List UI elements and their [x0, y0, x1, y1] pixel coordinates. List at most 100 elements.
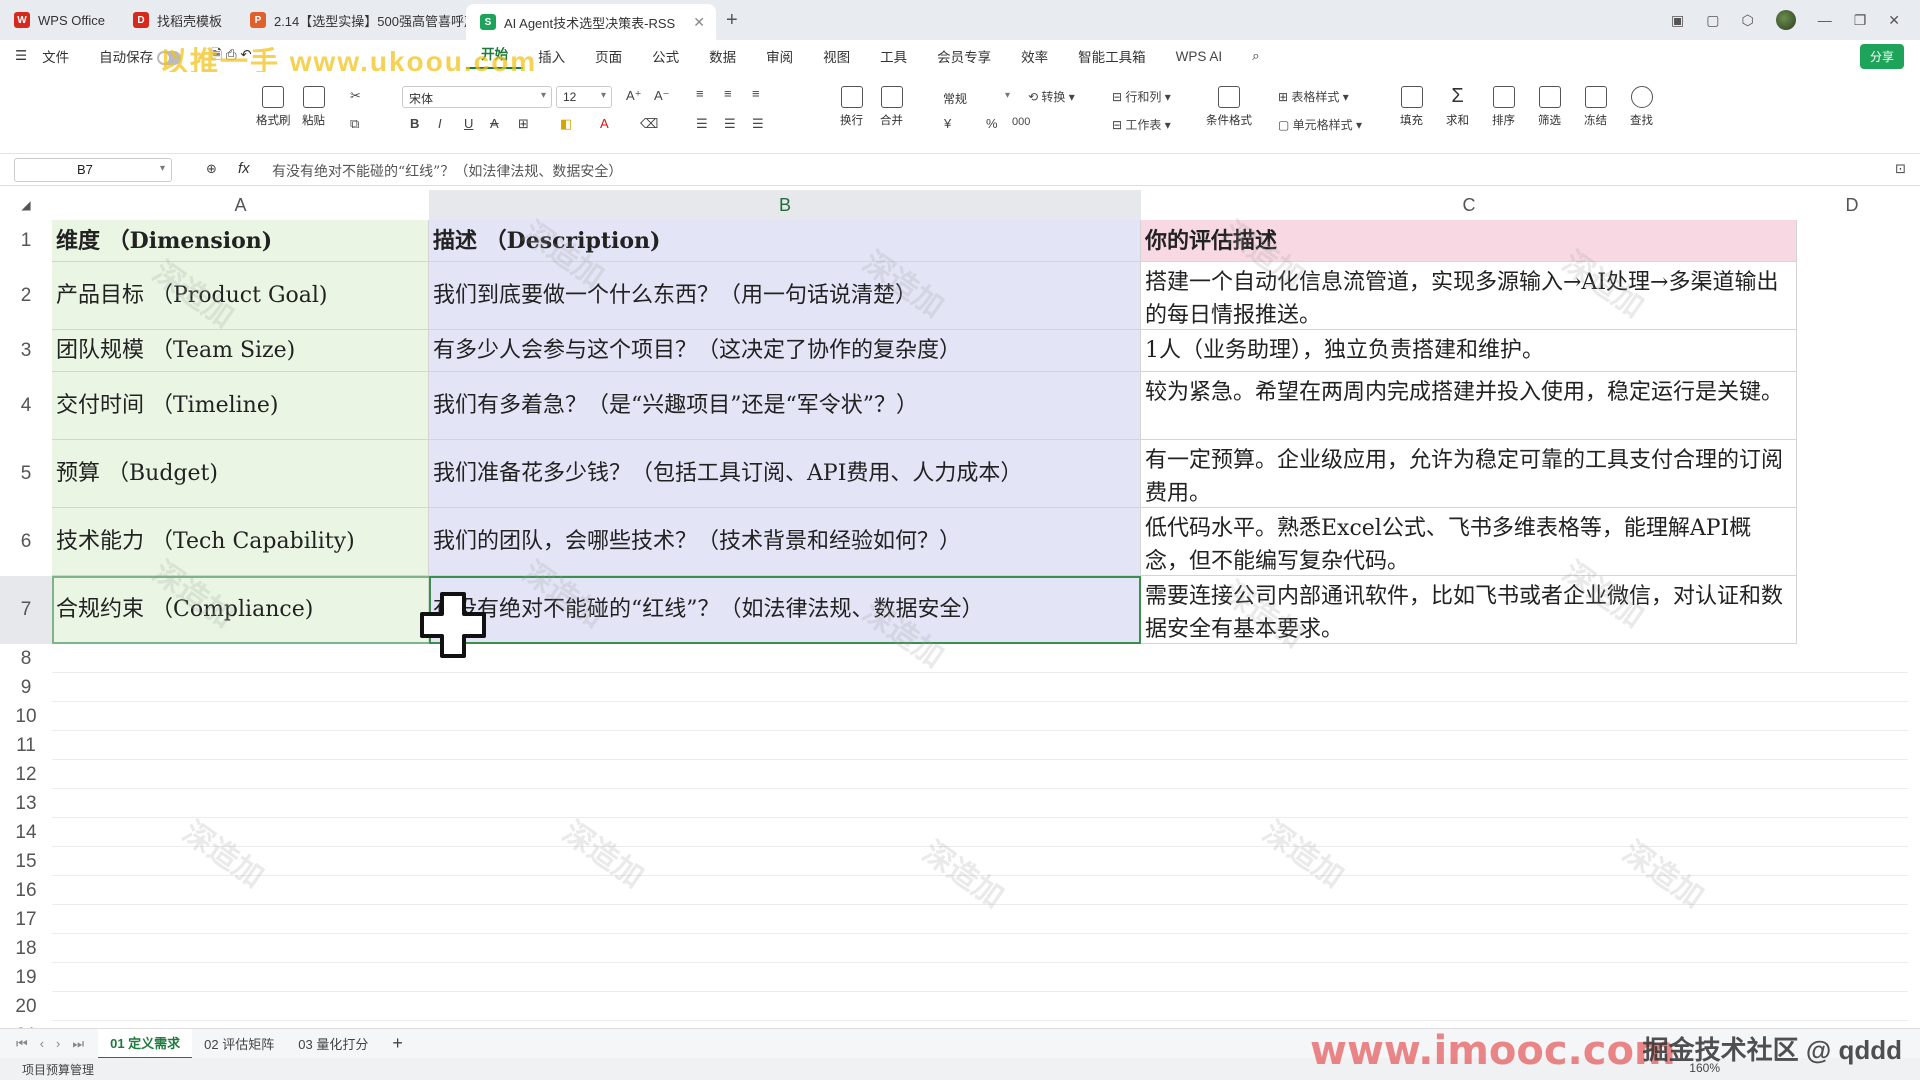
row-header[interactable]: 10 [0, 702, 52, 731]
row-header[interactable]: 12 [0, 760, 52, 789]
cell-c2[interactable]: 搭建一个自动化信息流管道，实现多源输入→AI处理→多渠道输出的每日情报推送。 [1141, 262, 1797, 330]
font-size-select[interactable]: 12 ▾ [556, 86, 612, 108]
autosave-label[interactable]: 自动保存 [84, 46, 196, 66]
name-box[interactable]: B7 ▾ [14, 158, 172, 182]
align-middle-icon[interactable]: ≡ [724, 86, 732, 101]
cell-b5[interactable]: 我们准备花多少钱？（包括工具订阅、API费用、人力成本） [429, 440, 1141, 508]
undo-icon[interactable]: ↶ [240, 47, 251, 62]
close-window-icon[interactable]: ✕ [1888, 12, 1900, 29]
autosave-toggle[interactable] [157, 51, 182, 66]
menu-file[interactable]: 文件 [42, 46, 84, 66]
bold-icon[interactable]: B [410, 116, 419, 131]
font-shrink-icon[interactable]: A⁻ [654, 88, 670, 104]
row-header[interactable]: 3 [0, 330, 52, 372]
fill-color-icon[interactable]: ◧ [560, 116, 572, 132]
cell-c5[interactable]: 有一定预算。企业级应用，允许为稳定可靠的工具支付合理的订阅费用。 [1141, 440, 1797, 508]
cell-a3[interactable]: 团队规模 （Team Size) [52, 330, 429, 372]
minimize-icon[interactable]: — [1818, 12, 1832, 28]
cell-c6[interactable]: 低代码水平。熟悉Excel公式、飞书多维表格等，能理解API概念，但不能编写复杂… [1141, 508, 1797, 576]
hamburger-icon[interactable]: ☰ [0, 48, 42, 64]
row-header[interactable]: 21 [0, 1021, 52, 1029]
align-center-icon[interactable]: ☰ [724, 116, 736, 132]
prev-sheet-icon[interactable]: ‹ [40, 1036, 44, 1052]
row-header[interactable]: 14 [0, 818, 52, 847]
row-header[interactable]: 1 [0, 220, 52, 262]
cell-a1[interactable]: 维度 （Dimension) [52, 220, 429, 262]
cell-b3[interactable]: 有多少人会参与这个项目？（这决定了协作的复杂度） [429, 330, 1141, 372]
row-header[interactable]: 2 [0, 262, 52, 330]
tab-spreadsheet[interactable]: S AI Agent技术选型决策表-RSS ✕ [465, 4, 716, 40]
align-bottom-icon[interactable]: ≡ [752, 86, 760, 101]
freeze-button[interactable]: 冻结 [1584, 86, 1607, 128]
tab-presentation[interactable]: P 2.14【选型实操】500强高管喜呼声 [236, 0, 466, 40]
menu-view[interactable]: 视图 [808, 46, 865, 66]
menu-tools[interactable]: 工具 [865, 46, 922, 66]
last-sheet-icon[interactable]: ⏭ [72, 1036, 84, 1052]
menu-efficiency[interactable]: 效率 [1006, 46, 1063, 66]
tab-template[interactable]: D 找稻壳模板 [119, 0, 236, 40]
cell-a4[interactable]: 交付时间 （Timeline) [52, 372, 429, 440]
menu-home[interactable]: 开始 [466, 43, 524, 69]
cell-a5[interactable]: 预算 （Budget) [52, 440, 429, 508]
select-all-corner[interactable]: ◢ [0, 190, 52, 220]
row-header[interactable]: 8 [0, 644, 52, 673]
eraser-icon[interactable]: ⌫ [640, 116, 658, 132]
paste-button[interactable]: 粘贴 [302, 86, 325, 128]
column-header-b[interactable]: B [429, 190, 1141, 220]
cut-icon[interactable]: ✂ [350, 88, 361, 104]
worksheet-button[interactable]: ⊟ 工作表 ▾ [1112, 116, 1171, 133]
filter-button[interactable]: 筛选 [1538, 86, 1561, 128]
cell-style-button[interactable]: ▢ 单元格样式 ▾ [1278, 116, 1362, 133]
menu-insert[interactable]: 插入 [523, 46, 580, 66]
sum-button[interactable]: Σ 求和 [1446, 86, 1469, 128]
percent-icon[interactable]: % [986, 116, 998, 131]
cell-a2[interactable]: 产品目标 （Product Goal) [52, 262, 429, 330]
print-icon[interactable]: ⎙ [226, 47, 237, 62]
menu-wps-ai[interactable]: WPS AI [1161, 49, 1238, 64]
align-top-icon[interactable]: ≡ [696, 86, 704, 101]
cell-c3[interactable]: 1人（业务助理），独立负责搭建和维护。 [1141, 330, 1797, 372]
row-header[interactable]: 7 [0, 576, 52, 644]
row-header[interactable]: 16 [0, 876, 52, 905]
row-header[interactable]: 18 [0, 934, 52, 963]
row-header[interactable]: 5 [0, 440, 52, 508]
cube-icon[interactable]: ⬡ [1741, 12, 1753, 29]
screenshot-icon[interactable]: ▣ [1671, 12, 1684, 29]
fill-button[interactable]: 填充 [1400, 86, 1423, 128]
row-header[interactable]: 15 [0, 847, 52, 876]
conditional-format-button[interactable]: 条件格式 [1206, 86, 1252, 128]
menu-smart-toolbox[interactable]: 智能工具箱 [1063, 46, 1161, 66]
first-sheet-icon[interactable]: ⏮ [16, 1036, 28, 1052]
row-header[interactable]: 19 [0, 963, 52, 992]
font-grow-icon[interactable]: A⁺ [626, 88, 642, 104]
row-col-button[interactable]: ⊟ 行和列 ▾ [1112, 88, 1171, 105]
sort-button[interactable]: 排序 [1492, 86, 1515, 128]
share-button[interactable]: 分享 [1859, 43, 1904, 69]
formula-input[interactable]: 有没有绝对不能碰的“红线”？（如法律法规、数据安全） [272, 161, 622, 181]
cell-c7[interactable]: 需要连接公司内部通讯软件，比如飞书或者企业微信，对认证和数据安全有基本要求。 [1141, 576, 1797, 644]
search-icon[interactable]: ⌕ [1237, 48, 1275, 64]
strikethrough-icon[interactable]: A [490, 116, 499, 131]
merge-button[interactable]: 合并 [880, 86, 903, 128]
tab-wps-office[interactable]: W WPS Office [0, 0, 119, 40]
border-icon[interactable]: ⊞ [518, 116, 529, 132]
row-header[interactable]: 17 [0, 905, 52, 934]
sheet-tab-matrix[interactable]: 02 评估矩阵 [192, 1029, 286, 1059]
find-button[interactable]: 查找 [1630, 86, 1653, 128]
save-icon[interactable]: 🗎 [211, 47, 222, 62]
row-header[interactable]: 4 [0, 372, 52, 440]
cell-b6[interactable]: 我们的团队，会哪些技术？（技术背景和经验如何？） [429, 508, 1141, 576]
add-sheet-button[interactable]: + [380, 1029, 415, 1059]
row-header[interactable]: 20 [0, 992, 52, 1021]
cell-b4[interactable]: 我们有多着急？（是“兴趣项目”还是“军令状”？） [429, 372, 1141, 440]
wrap-text-button[interactable]: 换行 [840, 86, 863, 128]
italic-icon[interactable]: I [438, 116, 442, 131]
cell-c1[interactable]: 你的评估描述 [1141, 220, 1797, 262]
align-right-icon[interactable]: ☰ [752, 116, 764, 132]
row-header[interactable]: 9 [0, 673, 52, 702]
status-left[interactable]: 项目预算管理 [22, 1061, 94, 1078]
currency-icon[interactable]: ¥ [944, 116, 951, 131]
cell-a7[interactable]: 合规约束 （Compliance) [52, 576, 429, 644]
zoom-formula-icon[interactable]: ⊕ [206, 161, 217, 177]
underline-icon[interactable]: U [464, 116, 473, 131]
